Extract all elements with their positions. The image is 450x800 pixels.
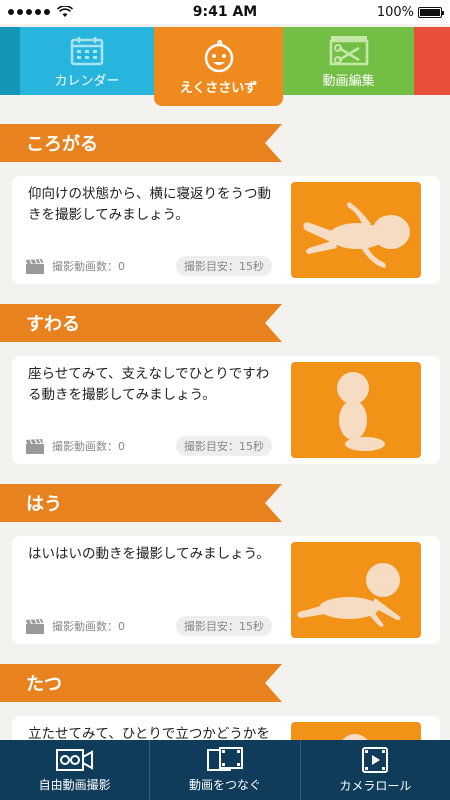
baby-sitting-image (291, 362, 421, 458)
calendar-icon (70, 37, 104, 66)
battery-percent: 100% (376, 4, 414, 20)
baby-crawling-image (291, 542, 421, 638)
tab-calendar[interactable]: カレンダー (20, 27, 154, 95)
exercise-card[interactable]: 座らせてみて、支えなしでひとりですわる動きを撮影してみましょう。 撮影動画数：0… (12, 356, 440, 464)
card-description: 座らせてみて、支えなしでひとりですわる動きを撮影してみましょう。 (28, 366, 270, 403)
status-bar: 9:41 AM 100% (0, 0, 450, 24)
section-title: ころがる (0, 124, 282, 162)
exercise-card[interactable]: はいはいの動きを撮影してみましょう。 撮影動画数：0 撮影目安：15秒 (12, 536, 440, 644)
baby-standing-image (291, 722, 421, 740)
duration-guide-badge: 撮影目安：15秒 (176, 256, 272, 276)
card-description: はいはいの動きを撮影してみましょう。 (28, 546, 270, 562)
film-join-icon (206, 747, 243, 771)
video-count: 撮影動画数：0 (52, 620, 125, 633)
tab-video-edit-label: 動画編集 (322, 74, 375, 89)
card-description: 仰向けの状態から、横に寝返りをうつ動きを撮影してみましょう。 (28, 186, 271, 223)
camera-roll-icon (362, 747, 389, 773)
section-title: すわる (0, 304, 282, 342)
section-title: たつ (0, 664, 282, 702)
battery-icon (418, 6, 444, 18)
join-videos-button[interactable]: 動画をつなぐ (150, 740, 301, 800)
duration-guide-badge: 撮影目安：15秒 (176, 616, 272, 636)
section-title: はう (0, 484, 282, 522)
tab-edge-left[interactable] (0, 27, 20, 95)
clapperboard-icon (26, 618, 44, 634)
baby-standing-icon (342, 734, 368, 740)
tab-exercise[interactable]: えくささいず (154, 27, 283, 106)
duration-guide-badge: 撮影目安：15秒 (176, 436, 272, 456)
clapperboard-icon (26, 438, 44, 454)
join-videos-label: 動画をつなぐ (188, 778, 261, 792)
baby-face-icon (204, 39, 233, 73)
camera-roll-label: カメラロール (339, 779, 412, 793)
baby-lying-icon (303, 202, 410, 268)
exercise-list[interactable]: ころがる 仰向けの状態から、横に寝返りをうつ動きを撮影してみましょう。 撮影動画… (0, 108, 450, 740)
bottom-toolbar: 自由動画撮影 動画をつなぐ カメラロール (0, 740, 450, 800)
tab-edge-right[interactable] (414, 27, 450, 95)
top-tab-bar: カレンダー えくささいず 動画編集 (0, 24, 450, 108)
clapperboard-icon (26, 258, 44, 274)
free-video-button[interactable]: 自由動画撮影 (0, 740, 151, 800)
tab-calendar-label: カレンダー (54, 74, 120, 89)
video-count: 撮影動画数：0 (52, 260, 125, 273)
baby-lying-image (291, 182, 421, 278)
tab-video-edit[interactable]: 動画編集 (283, 27, 414, 95)
exercise-card[interactable]: 立たせてみて、ひとりで立つかどうかを撮影してみましょう。 (12, 716, 440, 740)
exercise-card[interactable]: 仰向けの状態から、横に寝返りをうつ動きを撮影してみましょう。 撮影動画数：0 撮… (12, 176, 440, 284)
video-edit-icon (329, 36, 368, 66)
tab-exercise-label: えくささいず (179, 81, 258, 96)
video-count: 撮影動画数：0 (52, 440, 125, 453)
baby-sitting-icon (337, 372, 385, 451)
signal-icon (8, 6, 73, 18)
card-description: 立たせてみて、ひとりで立つかどうかを撮影してみましょう。 (28, 726, 270, 740)
video-camera-icon (55, 749, 93, 771)
baby-crawling-icon (297, 563, 401, 627)
camera-roll-button[interactable]: カメラロール (301, 740, 450, 800)
wifi-icon (57, 6, 73, 17)
free-video-label: 自由動画撮影 (38, 778, 111, 792)
